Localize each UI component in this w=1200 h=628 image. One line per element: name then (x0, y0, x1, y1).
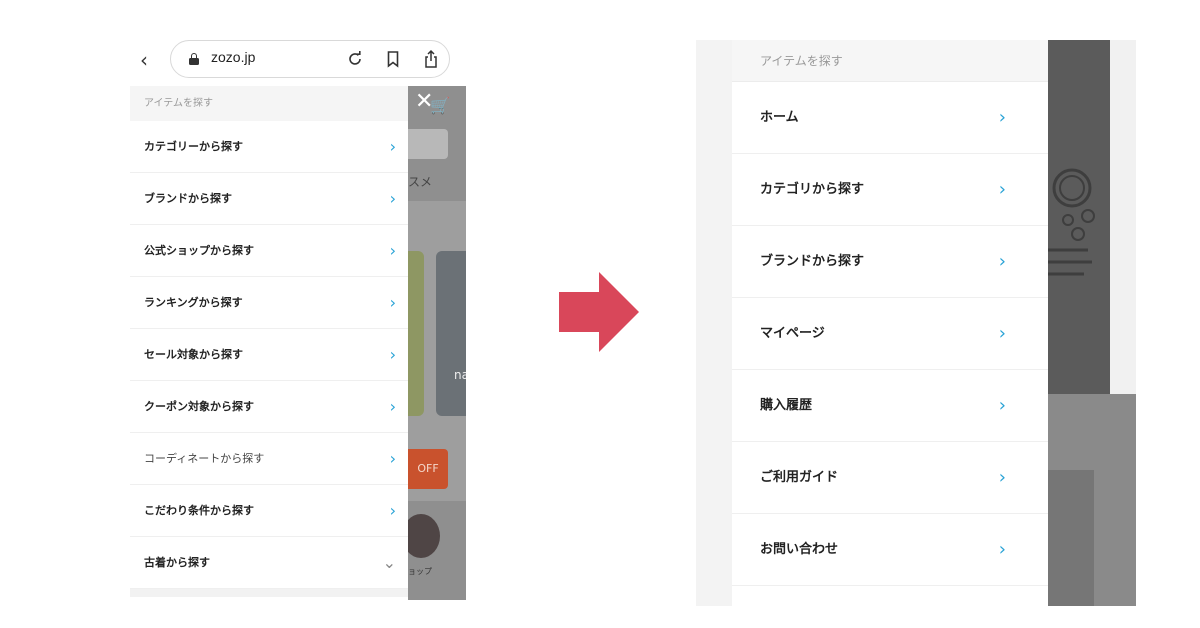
chevron-right-icon: › (998, 179, 1006, 200)
chevron-right-icon: › (998, 107, 1006, 128)
after-screenshot: アイテムを探す ホーム › カテゴリから探す › ブランドから探す › マイページ › … (696, 40, 1136, 606)
chevron-right-icon: › (998, 539, 1006, 560)
menu-item[interactable]: 古着から探す ⌄ (130, 537, 408, 589)
chevron-right-icon: › (389, 397, 396, 416)
menu-header: アイテムを探す (130, 86, 408, 121)
share-icon[interactable] (421, 49, 441, 69)
address-bar[interactable]: zozo.jp (170, 40, 450, 78)
off-badge: OFF (408, 449, 448, 489)
side-menu-zoomed: アイテムを探す ホーム › カテゴリから探す › ブランドから探す › マイページ › … (732, 40, 1048, 606)
menu-item[interactable]: クーポン対象から探す › (130, 381, 408, 433)
phone-screen: 🛒 スメ na OFF ョップ ✕ アイテムを探す カテゴリーから探す › ブラン… (130, 86, 466, 600)
menu-item[interactable]: マイページ › (732, 298, 1048, 370)
browser-toolbar: ‹ zozo.jp (130, 36, 466, 84)
lock-icon (189, 53, 199, 65)
background-card (436, 251, 466, 416)
menu-item[interactable]: カテゴリーから探す › (130, 121, 408, 173)
background-illustration (1048, 168, 1095, 276)
url-text: zozo.jp (211, 49, 256, 65)
reload-icon[interactable] (345, 49, 365, 69)
chevron-right-icon: › (389, 501, 396, 520)
chevron-right-icon: › (389, 189, 396, 208)
menu-item[interactable]: コーディネートから探す › (130, 433, 408, 485)
menu-item[interactable]: お問い合わせ › (732, 514, 1048, 586)
chevron-down-icon: ⌄ (382, 553, 396, 572)
menu-item[interactable]: セール対象から探す › (130, 329, 408, 381)
chevron-right-icon: › (998, 467, 1006, 488)
chevron-right-icon: › (998, 251, 1006, 272)
before-screenshot: ‹ zozo.jp 🛒 スメ na OFF ョップ ✕ アイテムを探す カテゴリ… (130, 36, 466, 600)
background-card (408, 251, 424, 416)
arrow-right-icon (559, 272, 639, 352)
menu-item[interactable]: ホーム › (732, 82, 1048, 154)
close-icon[interactable]: ✕ (415, 90, 439, 114)
menu-item[interactable]: 公式ショップから探す › (130, 225, 408, 277)
menu-header: アイテムを探す (732, 40, 1048, 82)
chevron-right-icon: › (389, 345, 396, 364)
menu-item[interactable]: 購入履歴 › (732, 370, 1048, 442)
menu-item[interactable]: こだわり条件から探す › (130, 485, 408, 537)
chevron-right-icon: › (389, 449, 396, 468)
chevron-right-icon: › (389, 241, 396, 260)
menu-item[interactable]: ブランドから探す › (130, 173, 408, 225)
menu-item[interactable]: ブランドから探す › (732, 226, 1048, 298)
bookmark-icon[interactable] (383, 49, 403, 69)
menu-item[interactable]: ご利用ガイド › (732, 442, 1048, 514)
menu-item[interactable]: カテゴリから探す › (732, 154, 1048, 226)
side-menu: アイテムを探す カテゴリーから探す › ブランドから探す › 公式ショップから探す ›… (130, 86, 408, 600)
chevron-left-icon[interactable]: ‹ (140, 48, 160, 72)
menu-item[interactable]: ランキングから探す › (130, 277, 408, 329)
chevron-right-icon: › (389, 137, 396, 156)
chevron-right-icon: › (998, 395, 1006, 416)
chevron-right-icon: › (998, 323, 1006, 344)
chevron-right-icon: › (389, 293, 396, 312)
